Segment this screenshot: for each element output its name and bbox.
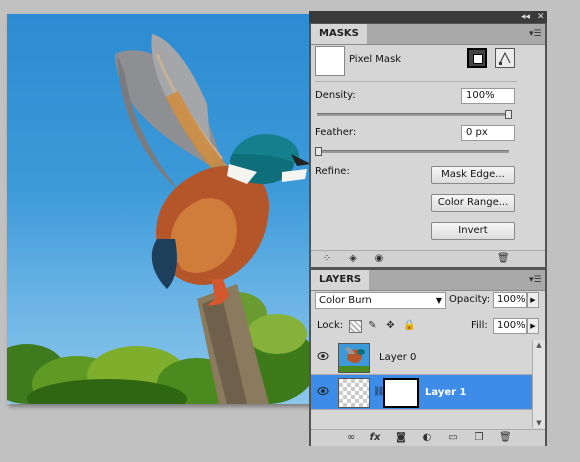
feather-slider[interactable]: [315, 147, 509, 156]
pixel-mask-icon: [473, 54, 483, 64]
image-canvas[interactable]: [7, 14, 311, 404]
pixel-mask-button[interactable]: [467, 48, 487, 68]
panel-dock-titlebar[interactable]: ◂◂ ✕: [309, 11, 547, 23]
trash-icon[interactable]: 🗑: [499, 432, 512, 444]
layers-panel: LAYERS ▾☰ Color Burn ▼ Opacity: 100% ▶ L…: [311, 270, 545, 446]
masks-tab-row: MASKS ▾☰: [311, 24, 545, 45]
feather-label: Feather:: [315, 127, 357, 138]
adjustment-layer-icon[interactable]: ◐: [421, 432, 433, 444]
lock-label: Lock:: [317, 320, 344, 331]
lock-all-icon[interactable]: 🔒: [403, 320, 415, 331]
bushes: [7, 292, 311, 404]
feather-slider-knob[interactable]: [315, 147, 322, 156]
layer-row-layer-0[interactable]: Layer 0: [311, 340, 533, 375]
pixel-mask-label: Pixel Mask: [349, 54, 402, 65]
refine-label: Refine:: [315, 166, 350, 177]
opacity-label: Opacity:: [449, 294, 491, 305]
layer-0-thumbnail: [338, 343, 370, 373]
layer-name: Layer 0: [379, 352, 417, 363]
vector-mask-button[interactable]: [495, 48, 515, 68]
vector-mask-icon: [499, 51, 511, 65]
panel-menu-icon[interactable]: ▾☰: [529, 28, 542, 40]
layers-scrollbar[interactable]: ▲ ▼: [532, 340, 545, 428]
fx-icon[interactable]: fx: [369, 432, 381, 444]
layers-footer: ∞ fx ◙ ◐ ▭ ❐ 🗑: [311, 429, 545, 446]
layers-tab-row: LAYERS ▾☰: [311, 270, 545, 291]
invert-button[interactable]: Invert: [431, 222, 515, 240]
density-field[interactable]: 100%: [461, 88, 515, 104]
kingfisher-photo: [7, 34, 311, 404]
blend-mode-select[interactable]: Color Burn ▼: [315, 292, 446, 309]
layer-mask-thumbnail[interactable]: [383, 378, 419, 408]
apply-mask-icon[interactable]: ◈: [347, 253, 359, 265]
load-selection-icon[interactable]: ⁘: [321, 253, 333, 265]
density-slider-knob[interactable]: [505, 110, 512, 119]
layer-1-thumbnail: [338, 378, 370, 408]
opacity-stepper[interactable]: ▶: [527, 292, 539, 308]
visibility-eye-icon[interactable]: [317, 351, 329, 361]
opacity-field[interactable]: 100%: [493, 292, 527, 308]
fill-stepper[interactable]: ▶: [527, 318, 539, 334]
masks-footer: ⁘ ◈ ◉ 🗑: [311, 250, 545, 267]
scroll-down-icon[interactable]: ▼: [533, 418, 545, 428]
fill-field[interactable]: 100%: [493, 318, 527, 334]
link-icon[interactable]: ∞: [345, 432, 357, 444]
mask-edge-button[interactable]: Mask Edge...: [431, 166, 515, 184]
blend-mode-value: Color Burn: [319, 295, 372, 306]
tab-layers[interactable]: LAYERS: [311, 270, 370, 290]
visibility-eye-icon[interactable]: ◉: [373, 253, 385, 265]
lock-transparent-icon[interactable]: [349, 320, 362, 333]
visibility-eye-icon[interactable]: [317, 386, 329, 396]
layer-row-layer-1[interactable]: ⛓ Layer 1: [311, 375, 533, 410]
density-label: Density:: [315, 90, 356, 101]
mask-thumbnail[interactable]: [315, 46, 345, 76]
layer-list: Layer 0 ⛓ Layer 1: [311, 340, 533, 428]
density-slider[interactable]: [317, 110, 512, 119]
feather-field[interactable]: 0 px: [461, 125, 515, 141]
tab-masks[interactable]: MASKS: [311, 24, 367, 44]
fill-label: Fill:: [471, 320, 488, 331]
add-mask-icon[interactable]: ◙: [395, 432, 407, 444]
close-icon[interactable]: ✕: [537, 11, 545, 23]
masks-panel: MASKS ▾☰ Pixel Mask Density: 100% Feathe…: [311, 24, 545, 267]
chevron-down-icon: ▼: [435, 296, 442, 305]
double-chevron-left-icon[interactable]: ◂◂: [521, 11, 530, 23]
lock-pixels-icon[interactable]: ✎: [367, 320, 378, 331]
new-layer-icon[interactable]: ❐: [473, 432, 485, 444]
layer-name: Layer 1: [425, 387, 467, 398]
panel-menu-icon[interactable]: ▾☰: [529, 274, 542, 286]
color-range-button[interactable]: Color Range...: [431, 194, 515, 212]
scroll-up-icon[interactable]: ▲: [533, 340, 545, 350]
trash-icon[interactable]: 🗑: [497, 253, 510, 265]
new-group-icon[interactable]: ▭: [447, 432, 459, 444]
lock-position-icon[interactable]: ✥: [385, 320, 396, 331]
